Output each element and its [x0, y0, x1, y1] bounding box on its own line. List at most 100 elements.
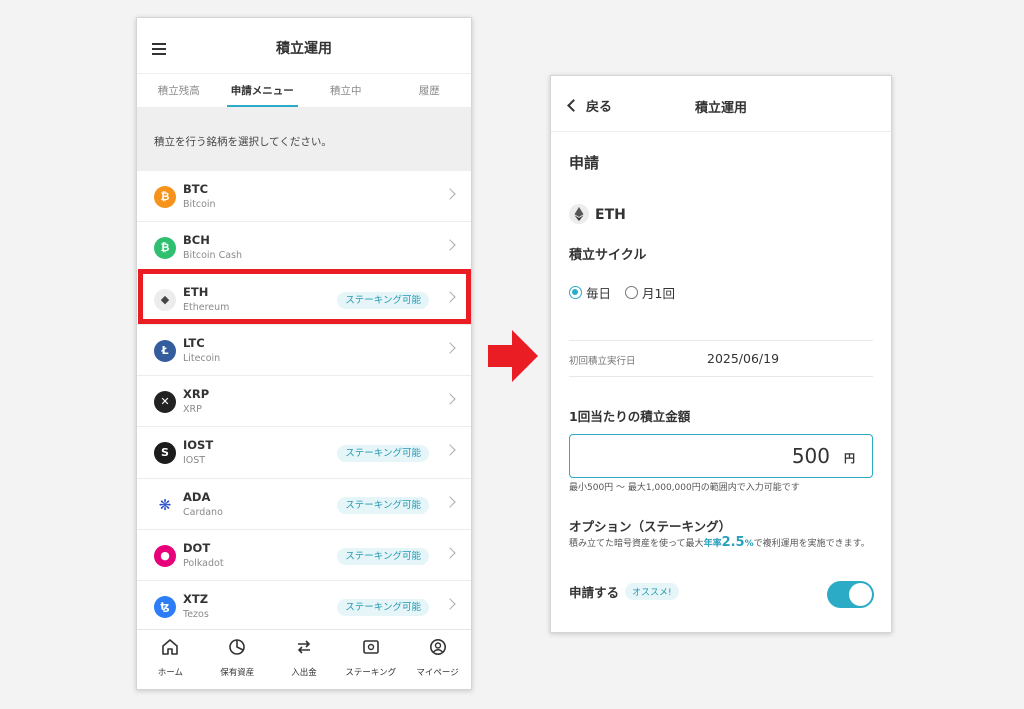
option-rate-percent: %	[744, 539, 754, 549]
amount-label: 1回当たりの積立金額	[569, 409, 691, 424]
nav-label: ホーム	[157, 668, 184, 678]
coin-row-btc[interactable]: ₿ BTC Bitcoin	[137, 171, 471, 223]
coin-row-xrp[interactable]: ✕ XRP XRP	[137, 376, 471, 428]
first-date-value: 2025/06/19	[707, 351, 780, 366]
coin-name: Litecoin	[183, 352, 221, 364]
apply-row: 申請する オススメ!	[569, 582, 679, 601]
coin-name: Cardano	[183, 506, 223, 518]
nav-home[interactable]: ホーム	[137, 630, 204, 689]
coin-symbol: LTC	[183, 335, 205, 350]
right-arrow-icon	[488, 330, 538, 382]
chevron-right-icon	[444, 598, 456, 611]
nav-label: ステーキング	[345, 668, 397, 678]
nav-assets[interactable]: 保有資産	[204, 630, 271, 689]
cycle-label: 積立サイクル	[569, 248, 647, 263]
amount-input[interactable]: 500 円	[569, 434, 873, 478]
nav-label: 入出金	[291, 668, 317, 678]
coin-name: Polkadot	[183, 558, 224, 570]
amount-value: 500	[791, 444, 830, 468]
nav-transfer[interactable]: 入出金	[271, 630, 338, 689]
coin-row-iost[interactable]: S IOST IOST ステーキング可能	[137, 427, 471, 479]
app-header: 積立運用	[137, 18, 471, 74]
chevron-right-icon	[444, 547, 456, 559]
amount-unit: 円	[844, 452, 855, 465]
tab-balance[interactable]: 積立残高	[137, 74, 221, 107]
option-title: オプション（ステーキング）	[569, 519, 732, 534]
option-desc-post: で複利運用を実施できます。	[753, 539, 870, 549]
asset-symbol: ETH	[595, 207, 626, 223]
coin-row-ada[interactable]: ❋ ADA Cardano ステーキング可能	[137, 479, 471, 531]
recommend-badge: オススメ!	[625, 583, 679, 600]
coin-list: ₿ BTC Bitcoin ₿ BCH Bitcoin Cash ◆ ETH Ethereum ス…	[137, 171, 471, 633]
radio-label: 毎日	[586, 286, 612, 301]
coin-symbol: BCH	[183, 233, 210, 248]
screen-apply-form: 戻る 積立運用 申請 ETH 積立サイクル 毎日 月1回 初回積立実行日 202…	[550, 75, 892, 633]
screen-coin-select: 積立運用 積立残高 申請メニュー 積立中 履歴 積立を行う銘柄を選択してください…	[136, 17, 472, 690]
chevron-right-icon	[444, 393, 456, 405]
eth-highlight-frame	[138, 269, 471, 324]
chevron-right-icon	[444, 496, 456, 508]
coin-name: XRP	[183, 404, 202, 416]
page-title: 積立運用	[694, 101, 747, 116]
nav-staking[interactable]: ステーキング	[337, 630, 404, 689]
transfer-icon	[297, 640, 311, 654]
staking-toggle[interactable]	[827, 581, 874, 608]
pie-chart-icon	[229, 639, 245, 655]
instruction-text: 積立を行う銘柄を選択してください。	[137, 108, 471, 171]
option-desc-pre: 積み立てた暗号資産を使って最大	[569, 539, 704, 549]
radio-monthly[interactable]: 月1回	[625, 283, 675, 302]
amount-note: 最小500円 ～ 最大1,000,000円の範囲内で入力可能です	[569, 483, 800, 493]
xtz-coin-icon: ꜩ	[154, 596, 176, 619]
option-rate-value: 2.5	[721, 535, 745, 550]
user-icon	[429, 639, 446, 655]
coin-name: Tezos	[183, 609, 209, 621]
iost-coin-icon: S	[154, 442, 176, 465]
tab-in-progress[interactable]: 積立中	[304, 74, 388, 107]
coin-symbol: IOST	[183, 438, 214, 453]
ada-coin-icon: ❋	[154, 493, 176, 516]
app-header: 戻る 積立運用	[551, 76, 891, 132]
btc-coin-icon: ₿	[154, 186, 176, 208]
ltc-coin-icon: Ł	[154, 339, 176, 362]
bch-coin-icon: ₿	[154, 237, 176, 260]
radio-unselected-icon	[625, 286, 639, 299]
chevron-right-icon	[444, 342, 456, 354]
coin-symbol: XRP	[183, 387, 210, 402]
cycle-radio-group: 毎日 月1回	[569, 283, 675, 302]
coin-symbol: ADA	[183, 489, 211, 504]
coin-row-dot[interactable]: ● DOT Polkadot ステーキング可能	[137, 530, 471, 582]
coin-row-ltc[interactable]: Ł LTC Litecoin	[137, 325, 471, 377]
nav-mypage[interactable]: マイページ	[404, 630, 471, 689]
chevron-right-icon	[444, 188, 456, 200]
xrp-coin-icon: ✕	[154, 391, 176, 414]
option-description: 積み立てた暗号資産を使って最大年率2.5%で複利運用を実施できます。	[569, 535, 875, 550]
radio-daily[interactable]: 毎日	[569, 283, 611, 302]
option-rate-label: 年率	[703, 539, 722, 549]
coin-row-xtz[interactable]: ꜩ XTZ Tezos ステーキング可能	[137, 581, 471, 633]
tab-bar: 積立残高 申請メニュー 積立中 履歴	[137, 74, 471, 108]
chevron-right-icon	[444, 444, 456, 457]
coin-name: IOST	[183, 455, 206, 467]
coin-name: Bitcoin Cash	[183, 250, 243, 262]
radio-selected-icon	[569, 286, 582, 299]
nav-label: 保有資産	[220, 668, 255, 678]
staking-available-badge: ステーキング可能	[337, 548, 429, 566]
ethereum-icon	[569, 204, 589, 224]
coin-symbol: DOT	[183, 541, 211, 556]
first-date-label: 初回積立実行日	[569, 356, 636, 367]
coin-symbol: XTZ	[183, 592, 209, 607]
tab-history[interactable]: 履歴	[388, 74, 472, 107]
staking-available-badge: ステーキング可能	[337, 599, 429, 617]
section-title: 申請	[569, 154, 600, 172]
safe-icon	[362, 640, 379, 654]
page-title: 積立運用	[276, 41, 332, 57]
nav-label: マイページ	[416, 668, 459, 678]
radio-label: 月1回	[642, 286, 675, 301]
chevron-right-icon	[444, 239, 456, 251]
home-icon	[162, 639, 179, 655]
coin-symbol: BTC	[183, 182, 209, 196]
dot-coin-icon: ●	[154, 545, 176, 568]
coin-row-bch[interactable]: ₿ BCH Bitcoin Cash	[137, 222, 471, 274]
staking-available-badge: ステーキング可能	[337, 496, 429, 514]
tab-apply-menu[interactable]: 申請メニュー	[221, 74, 305, 107]
